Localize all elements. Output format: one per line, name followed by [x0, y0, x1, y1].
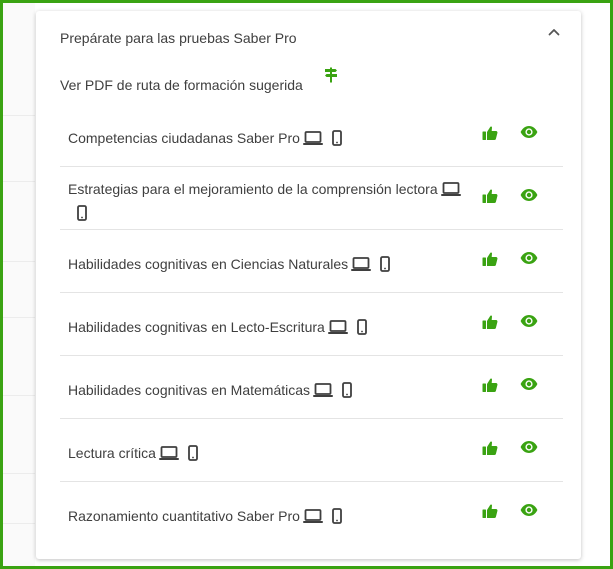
- thumbs-up-icon[interactable]: [482, 314, 498, 330]
- course-row: Habilidades cognitivas en Matemáticas: [60, 356, 563, 419]
- course-title[interactable]: Habilidades cognitivas en Lecto-Escritur…: [68, 319, 325, 335]
- course-row: Habilidades cognitivas en Lecto-Escritur…: [60, 293, 563, 356]
- eye-icon[interactable]: [520, 440, 538, 454]
- eye-icon[interactable]: [520, 314, 538, 328]
- course-title-wrap: Competencias ciudadanas Saber Pro: [68, 128, 468, 152]
- background-panel: [3, 3, 35, 566]
- course-row: Lectura crítica: [60, 419, 563, 482]
- course-title-wrap: Razonamiento cuantitativo Saber Pro: [68, 506, 468, 530]
- course-title[interactable]: Estrategias para el mejoramiento de la c…: [68, 181, 438, 197]
- laptop-icon: [440, 182, 461, 203]
- smartphone-icon: [332, 508, 342, 530]
- course-title[interactable]: Lectura crítica: [68, 445, 156, 461]
- laptop-icon: [302, 509, 323, 530]
- thumbs-up-icon[interactable]: [482, 125, 498, 141]
- laptop-icon: [351, 257, 372, 278]
- laptop-icon: [302, 131, 323, 152]
- course-row: Razonamiento cuantitativo Saber Pro: [60, 482, 563, 544]
- course-title-wrap: Estrategias para el mejoramiento de la c…: [68, 179, 468, 227]
- eye-icon[interactable]: [520, 125, 538, 139]
- signpost-icon[interactable]: [324, 67, 338, 83]
- laptop-icon: [313, 383, 334, 404]
- course-list: Competencias ciudadanas Saber Pro Estrat…: [60, 104, 563, 544]
- course-title[interactable]: Habilidades cognitivas en Ciencias Natur…: [68, 256, 348, 272]
- course-title[interactable]: Razonamiento cuantitativo Saber Pro: [68, 508, 300, 524]
- smartphone-icon: [380, 256, 391, 278]
- thumbs-up-icon[interactable]: [482, 503, 498, 519]
- pdf-route-link[interactable]: Ver PDF de ruta de formación sugerida: [60, 77, 303, 93]
- course-title-wrap: Habilidades cognitivas en Lecto-Escritur…: [68, 317, 468, 341]
- thumbs-up-icon[interactable]: [482, 377, 498, 393]
- course-row: Habilidades cognitivas en Ciencias Natur…: [60, 230, 563, 293]
- smartphone-icon: [188, 445, 198, 467]
- thumbs-up-icon[interactable]: [482, 251, 498, 267]
- smartphone-icon: [332, 130, 342, 152]
- course-title-wrap: Habilidades cognitivas en Matemáticas: [68, 380, 468, 404]
- eye-icon[interactable]: [520, 251, 538, 265]
- course-title-wrap: Habilidades cognitivas en Ciencias Natur…: [68, 254, 468, 278]
- smartphone-icon: [342, 382, 352, 404]
- panel-title: Prepárate para las pruebas Saber Pro: [60, 30, 297, 46]
- course-row: Estrategias para el mejoramiento de la c…: [60, 167, 563, 230]
- saber-pro-panel: Prepárate para las pruebas Saber Pro Ver…: [36, 11, 581, 559]
- smartphone-icon: [356, 319, 367, 341]
- course-title[interactable]: Habilidades cognitivas en Matemáticas: [68, 382, 310, 398]
- laptop-icon: [158, 446, 179, 467]
- thumbs-up-icon[interactable]: [482, 188, 498, 204]
- eye-icon[interactable]: [520, 503, 538, 517]
- chevron-up-icon[interactable]: [547, 25, 561, 39]
- course-row: Competencias ciudadanas Saber Pro: [60, 104, 563, 167]
- smartphone-icon: [77, 205, 87, 227]
- laptop-icon: [327, 320, 348, 341]
- eye-icon[interactable]: [520, 188, 538, 202]
- eye-icon[interactable]: [520, 377, 538, 391]
- course-title-wrap: Lectura crítica: [68, 443, 468, 467]
- course-title[interactable]: Competencias ciudadanas Saber Pro: [68, 130, 300, 146]
- thumbs-up-icon[interactable]: [482, 440, 498, 456]
